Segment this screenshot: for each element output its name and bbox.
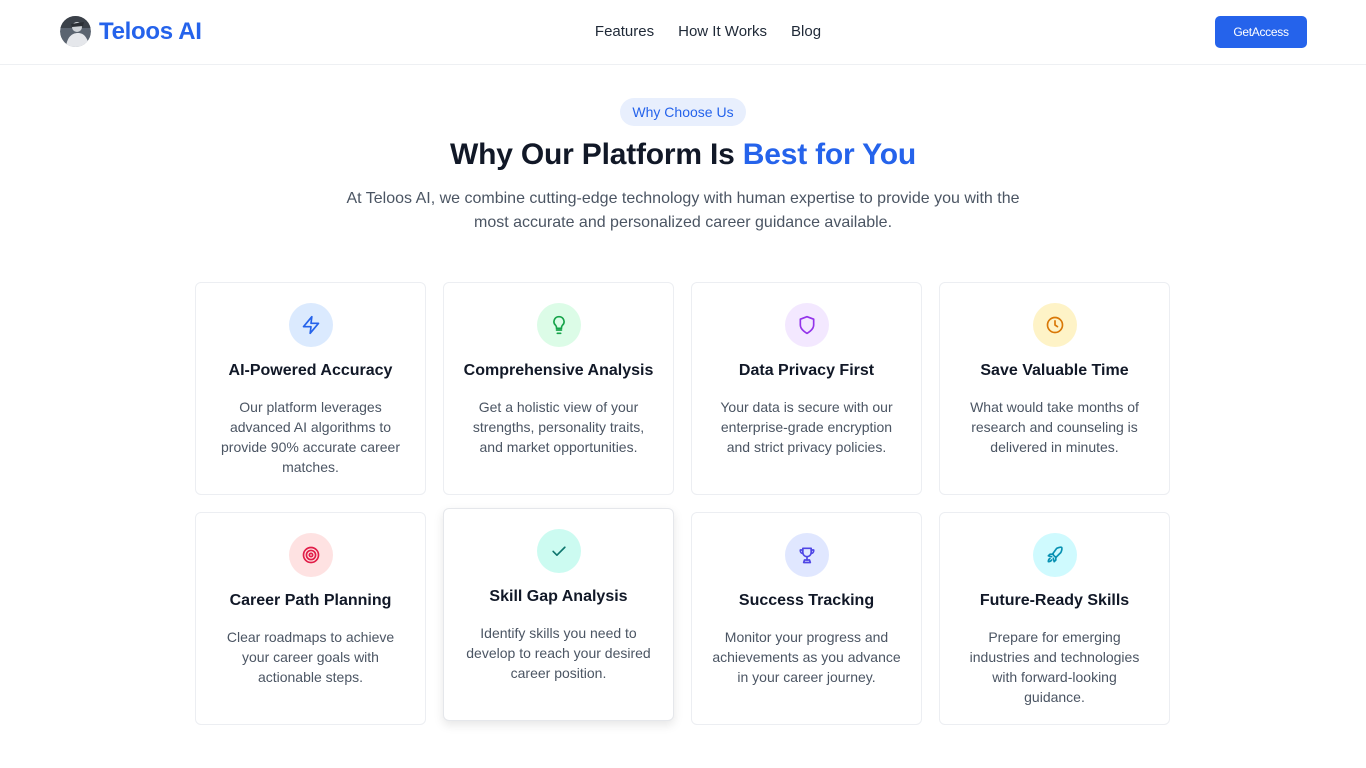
lightning-icon [289, 303, 333, 347]
target-icon [289, 533, 333, 577]
feature-card-title: Career Path Planning [229, 592, 392, 609]
check-icon [537, 529, 581, 573]
feature-card-title: AI-Powered Accuracy [228, 362, 393, 379]
feature-card-comprehensive-analysis: Comprehensive Analysis Get a holistic vi… [443, 282, 674, 495]
feature-card-success-tracking: Success Tracking Monitor your progress a… [691, 512, 922, 725]
feature-card-description: Prepare for emerging industries and tech… [969, 629, 1140, 705]
feature-card-description: Monitor your progress and achievements a… [712, 629, 901, 685]
feature-card-title: Comprehensive Analysis [463, 362, 654, 379]
trophy-icon [785, 533, 829, 577]
section-badge: Why Choose Us [620, 98, 746, 126]
feature-card-description: Your data is secure with our enterprise-… [720, 399, 893, 455]
section-title: Why Our Platform Is Best for You [0, 138, 1366, 172]
site-header: Teloos AI Features How It Works Blog Get… [0, 0, 1366, 65]
feature-card-title: Save Valuable Time [980, 362, 1129, 379]
nav-link-blog[interactable]: Blog [791, 23, 821, 40]
section-description: At Teloos AI, we combine cutting-edge te… [346, 190, 1020, 231]
main-nav: Features How It Works Blog [0, 23, 1366, 40]
feature-card-title: Future-Ready Skills [979, 592, 1130, 609]
feature-card-ai-accuracy: AI-Powered Accuracy Our platform leverag… [195, 282, 426, 495]
badge-wrapper: Why Choose Us [0, 98, 1366, 126]
clock-icon [1033, 303, 1077, 347]
feature-card-description: Our platform leverages advanced AI algor… [221, 399, 400, 475]
logo-avatar [60, 16, 91, 47]
nav-link-how-it-works[interactable]: How It Works [678, 23, 767, 40]
lightbulb-icon [537, 303, 581, 347]
feature-card-description: Identify skills you need to develop to r… [466, 625, 651, 681]
get-access-button[interactable]: GetAccess [1215, 16, 1307, 48]
feature-card-title: Success Tracking [738, 592, 875, 609]
shield-icon [785, 303, 829, 347]
section-title-main: Why Our Platform Is [450, 138, 743, 171]
nav-link-features[interactable]: Features [595, 23, 654, 40]
feature-card-description: Get a holistic view of your strengths, p… [472, 399, 645, 455]
feature-card-future-ready: Future-Ready Skills Prepare for emerging… [939, 512, 1170, 725]
feature-card-title: Data Privacy First [738, 362, 875, 379]
brand-logo-link[interactable]: Teloos AI [60, 16, 202, 47]
feature-card-data-privacy: Data Privacy First Your data is secure w… [691, 282, 922, 495]
feature-card-career-path: Career Path Planning Clear roadmaps to a… [195, 512, 426, 725]
feature-card-description: Clear roadmaps to achieve your career go… [226, 629, 395, 685]
feature-card-title: Skill Gap Analysis [489, 588, 628, 605]
feature-card-save-time: Save Valuable Time What would take month… [939, 282, 1170, 495]
rocket-icon [1033, 533, 1077, 577]
section-title-accent: Best for You [742, 138, 916, 171]
feature-card-skill-gap: Skill Gap Analysis Identify skills you n… [443, 508, 674, 721]
feature-card-description: What would take months of research and c… [970, 399, 1139, 455]
brand-name: Teloos AI [99, 17, 202, 45]
